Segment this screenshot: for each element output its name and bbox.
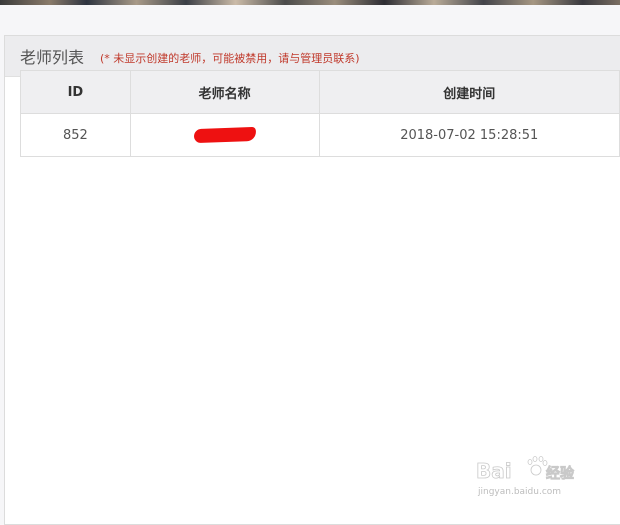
cell-id: 852 bbox=[20, 113, 131, 157]
table-header-row: ID 老师名称 创建时间 bbox=[20, 70, 620, 114]
cell-created-time: 2018-07-02 15:28:51 bbox=[318, 113, 620, 157]
cell-teacher-name bbox=[129, 113, 320, 157]
panel-note: (* 未显示创建的老师，可能被禁用，请与管理员联系) bbox=[100, 51, 360, 65]
watermark-brand: Bai bbox=[476, 459, 512, 483]
baidu-jingyan-watermark: Bai 经验 jingyan.baidu.com bbox=[476, 456, 575, 497]
table-row[interactable]: 852 2018-07-02 15:28:51 bbox=[20, 113, 620, 157]
teacher-table: ID 老师名称 创建时间 852 2018-07-02 15:28:51 bbox=[20, 70, 620, 157]
paw-icon bbox=[527, 456, 548, 476]
panel-title: 老师列表 bbox=[20, 48, 85, 67]
column-header-created-time: 创建时间 bbox=[318, 70, 620, 114]
column-header-teacher-name: 老师名称 bbox=[129, 70, 320, 114]
watermark-url: jingyan.baidu.com bbox=[477, 487, 561, 497]
top-banner-image-strip bbox=[0, 0, 620, 5]
redaction-mark bbox=[193, 126, 256, 144]
column-header-id: ID bbox=[20, 70, 131, 114]
watermark-cn: 经验 bbox=[546, 465, 575, 482]
